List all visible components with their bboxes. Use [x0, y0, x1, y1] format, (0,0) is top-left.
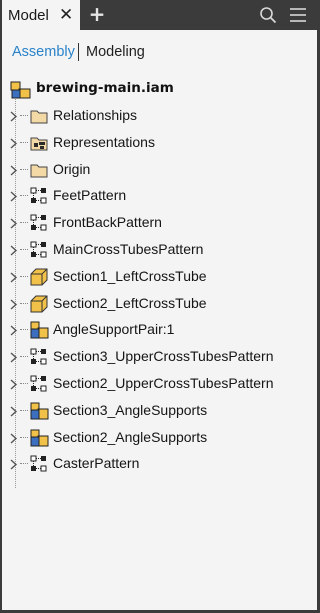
- part-icon: [30, 295, 48, 313]
- chevron-right-icon[interactable]: [10, 111, 18, 122]
- menu-icon[interactable]: [289, 7, 307, 23]
- pattern-icon: [30, 187, 47, 204]
- pattern-icon: [30, 455, 47, 472]
- chevron-right-icon[interactable]: [10, 165, 18, 176]
- tree-item-label: FeetPattern: [53, 187, 127, 204]
- tree-item[interactable]: CasterPattern: [2, 453, 317, 475]
- tree-item[interactable]: Section1_LeftCrossTube: [2, 266, 317, 288]
- representations-icon: [30, 137, 48, 151]
- chevron-right-icon[interactable]: [10, 459, 18, 470]
- tree-item-label: Section2_LeftCrossTube: [53, 294, 207, 311]
- chevron-right-icon[interactable]: [10, 379, 18, 390]
- tree-item-label: Section1_LeftCrossTube: [53, 267, 207, 284]
- chevron-right-icon[interactable]: [10, 406, 18, 417]
- search-icon[interactable]: [259, 6, 277, 24]
- chevron-right-icon[interactable]: [10, 352, 18, 363]
- mode-modeling[interactable]: Modeling: [86, 44, 145, 60]
- tree-item[interactable]: FrontBackPattern: [2, 212, 317, 234]
- tree-connector: [20, 275, 28, 278]
- tree-connector: [20, 436, 28, 439]
- tree-item[interactable]: Relationships: [2, 105, 317, 127]
- chevron-right-icon[interactable]: [10, 272, 18, 283]
- tree-item-label: CasterPattern: [53, 455, 140, 472]
- mode-assembly[interactable]: Assembly: [12, 44, 75, 60]
- chevron-right-icon[interactable]: [10, 433, 18, 444]
- tab-model-label: Model: [8, 7, 49, 24]
- pattern-icon: [30, 348, 47, 365]
- pattern-icon: [30, 241, 47, 258]
- chevron-right-icon[interactable]: [10, 299, 18, 310]
- tree-item[interactable]: Section3_AngleSupports: [2, 400, 317, 422]
- tree-item-label: Relationships: [53, 107, 138, 123]
- tree-connector: [20, 141, 28, 144]
- part-icon: [30, 268, 48, 286]
- tree-item[interactable]: Representations: [2, 132, 317, 154]
- model-browser-panel: Assembly Modeling brewing-main.iam Relat…: [2, 30, 317, 610]
- tree-item[interactable]: MainCrossTubesPattern: [2, 239, 317, 261]
- panel-titlebar: Model ✕ +: [0, 0, 320, 30]
- tree-item-label: Section3_AngleSupports: [53, 401, 208, 418]
- tree-item-label: Section2_AngleSupports: [53, 428, 208, 445]
- mode-separator: [78, 43, 79, 61]
- close-icon[interactable]: ✕: [59, 5, 73, 25]
- tree-item-label: Representations: [53, 133, 155, 150]
- folder-icon: [30, 164, 48, 178]
- tree-connector: [20, 383, 28, 385]
- assembly-icon: [30, 429, 49, 447]
- tree-item[interactable]: Section2_LeftCrossTube: [2, 293, 317, 315]
- tree-connector: [20, 249, 28, 251]
- tree-item-label: Section2_UpperCrossTubesPattern: [53, 375, 274, 391]
- tree-item-label: MainCrossTubesPattern: [53, 241, 204, 257]
- tree-connector: [20, 409, 28, 412]
- tree-root-label: brewing-main.iam: [36, 80, 174, 96]
- tree-item-label: FrontBackPattern: [53, 214, 162, 231]
- tree-item[interactable]: Section2_UpperCrossTubesPattern: [2, 373, 317, 395]
- assembly-icon: [30, 321, 49, 339]
- assembly-icon: [30, 402, 49, 420]
- tree-item[interactable]: AngleSupportPair:1: [2, 319, 317, 341]
- pattern-icon: [30, 375, 47, 392]
- tree-item[interactable]: Section3_UpperCrossTubesPattern: [2, 346, 317, 368]
- tree-connector: [20, 115, 28, 117]
- tree-item-label: Origin: [53, 160, 91, 177]
- tree-connector: [20, 329, 28, 331]
- tree-item[interactable]: Origin: [2, 159, 317, 181]
- tree-connector: [20, 222, 28, 224]
- tree-connector: [20, 463, 28, 465]
- tree-connector: [20, 168, 28, 171]
- chevron-right-icon[interactable]: [10, 218, 18, 229]
- tree-item-label: Section3_UpperCrossTubesPattern: [53, 348, 274, 365]
- tree-connector: [20, 356, 28, 358]
- tree-item[interactable]: Section2_AngleSupports: [2, 427, 317, 449]
- add-tab-button[interactable]: +: [88, 2, 106, 26]
- tree-item[interactable]: FeetPattern: [2, 185, 317, 207]
- chevron-right-icon[interactable]: [10, 245, 18, 256]
- assembly-icon: [10, 81, 31, 99]
- folder-icon: [30, 110, 48, 124]
- chevron-right-icon[interactable]: [10, 325, 18, 336]
- tree-connector: [20, 195, 28, 197]
- chevron-right-icon[interactable]: [10, 191, 18, 202]
- tab-model[interactable]: Model ✕: [2, 0, 80, 30]
- tree-connector: [20, 302, 28, 305]
- tree-item-label: AngleSupportPair:1: [53, 321, 175, 338]
- pattern-icon: [30, 214, 47, 231]
- chevron-right-icon[interactable]: [10, 138, 18, 149]
